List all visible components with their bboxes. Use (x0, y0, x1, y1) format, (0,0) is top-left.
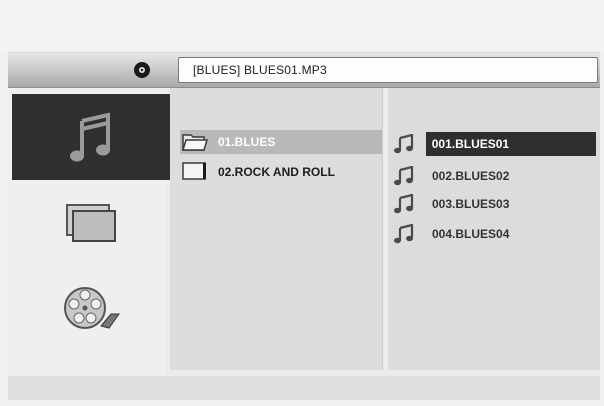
photo-icon (66, 204, 116, 242)
browser-area: 01.BLUES 02.ROCK AND ROLL 001.BLUES01 00… (8, 88, 600, 376)
file-item[interactable]: 002.BLUES02 (388, 164, 596, 188)
music-note-icon (70, 112, 110, 162)
file-label: 002.BLUES02 (432, 169, 510, 183)
mode-music[interactable] (12, 94, 170, 180)
current-path: [BLUES] BLUES01.MP3 (178, 57, 598, 83)
media-type-sidebar (8, 88, 170, 376)
status-bar (8, 376, 600, 400)
file-label: 003.BLUES03 (432, 197, 510, 211)
music-note-icon (392, 223, 416, 245)
file-label: 001.BLUES01 (425, 132, 596, 156)
folder-item-rock-and-roll[interactable]: 02.ROCK AND ROLL (180, 160, 382, 184)
folder-open-icon (181, 131, 209, 154)
top-band (0, 0, 604, 52)
file-label: 004.BLUES04 (432, 227, 510, 241)
folder-item-blues[interactable]: 01.BLUES (180, 130, 382, 154)
folder-icon (182, 161, 208, 184)
title-bar: [BLUES] BLUES01.MP3 (8, 52, 600, 88)
music-note-icon (392, 133, 416, 155)
file-item[interactable]: 001.BLUES01 (388, 132, 596, 156)
disc-icon (134, 62, 150, 78)
file-item[interactable]: 003.BLUES03 (388, 192, 596, 216)
folder-label: 01.BLUES (218, 135, 276, 149)
music-note-icon (392, 193, 416, 215)
folder-label: 02.ROCK AND ROLL (218, 165, 335, 179)
folder-list: 01.BLUES 02.ROCK AND ROLL (170, 88, 383, 370)
film-reel-icon (64, 287, 120, 329)
file-list: 001.BLUES01 002.BLUES02 003.BLUES03 004.… (388, 88, 600, 370)
mode-video[interactable] (12, 266, 170, 352)
file-item[interactable]: 004.BLUES04 (388, 222, 596, 246)
music-note-icon (392, 165, 416, 187)
mode-photo[interactable] (12, 180, 170, 266)
